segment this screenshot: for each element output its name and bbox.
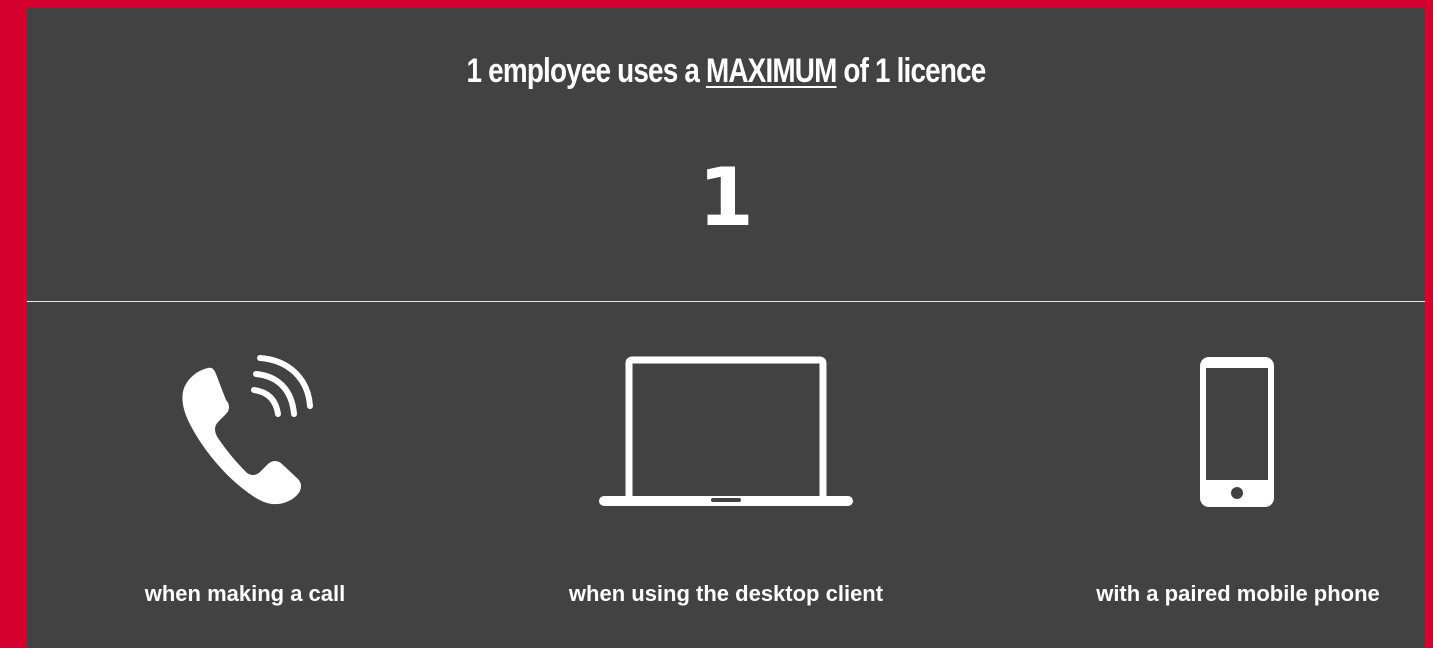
headline-prefix: 1 employee uses a — [466, 52, 706, 90]
phone-call-icon — [182, 355, 313, 505]
feature-mobile — [1197, 348, 1277, 510]
divider — [27, 301, 1425, 302]
licence-panel: 1 employee uses a MAXIMUM of 1 licence 1… — [27, 8, 1425, 648]
feature-desktop-label: when using the desktop client — [568, 581, 884, 606]
feature-call — [170, 348, 320, 508]
feature-call-label: when making a call — [144, 581, 346, 606]
feature-mobile-label: with a paired mobile phone — [1096, 581, 1380, 606]
headline-suffix: of 1 licence — [836, 52, 986, 90]
headline: 1 employee uses a MAXIMUM of 1 licence — [153, 52, 1299, 91]
laptop-icon — [599, 356, 853, 506]
smartphone-icon — [1200, 357, 1274, 507]
headline-emphasis: MAXIMUM — [705, 52, 837, 90]
licence-count: 1 — [698, 151, 754, 244]
feature-desktop — [595, 348, 857, 510]
